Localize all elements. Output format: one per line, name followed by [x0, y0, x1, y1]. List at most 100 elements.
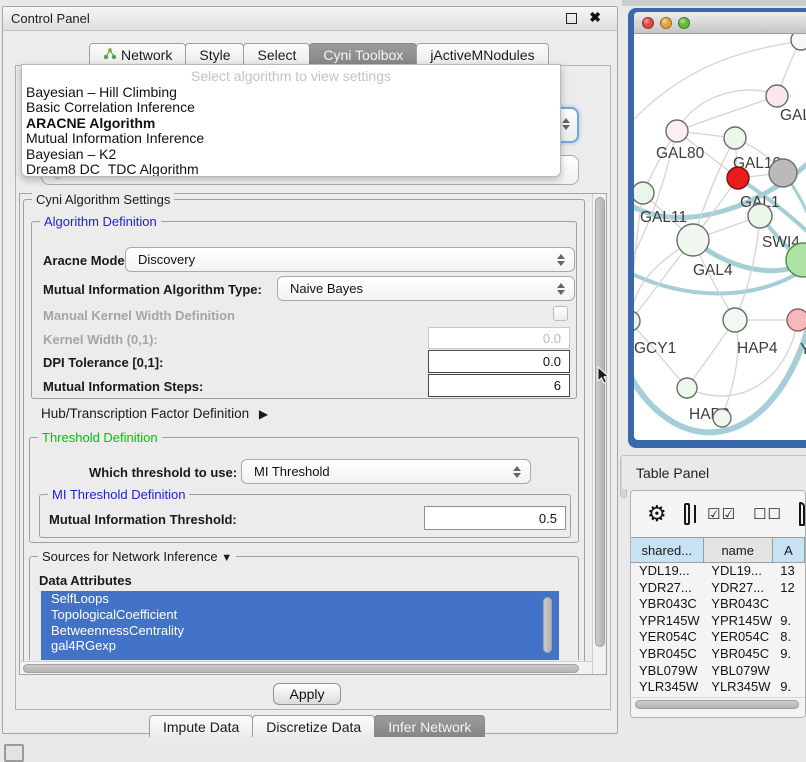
- network-node-gcy1[interactable]: [634, 311, 640, 331]
- table-cell[interactable]: YBR043C: [631, 596, 703, 613]
- table-cell[interactable]: YDR27...: [703, 580, 772, 597]
- table-row[interactable]: YER054CYER054C8.: [631, 629, 805, 646]
- tab-style[interactable]: Style: [185, 43, 244, 65]
- dropdown-item-dream8-dc-tdc-algorithm[interactable]: Dream8 DC_TDC Algorithm: [22, 162, 560, 177]
- which-threshold-combo[interactable]: MI Threshold: [241, 459, 531, 484]
- column-header-shared[interactable]: shared...: [631, 538, 704, 562]
- network-node-gal1[interactable]: [727, 167, 749, 189]
- table-cell[interactable]: YBR045C: [631, 646, 703, 663]
- settings-vertical-scrollbar[interactable]: [592, 194, 605, 674]
- network-node-gal11[interactable]: [634, 182, 654, 204]
- data-attributes-list[interactable]: SelfLoopsTopologicalCoefficientBetweenne…: [41, 591, 559, 660]
- network-node[interactable]: [791, 34, 806, 50]
- dpi-tolerance-field[interactable]: 0.0: [428, 350, 570, 373]
- tab-jactivemnodules[interactable]: jActiveMNodules: [416, 43, 548, 65]
- tab-select[interactable]: Select: [243, 43, 310, 65]
- table-cell[interactable]: YER054C: [703, 629, 772, 646]
- mi-steps-field[interactable]: 6: [428, 374, 570, 397]
- float-window-icon[interactable]: [566, 13, 577, 24]
- dropdown-item-aracne-algorithm[interactable]: ARACNE Algorithm: [22, 116, 560, 131]
- table-horizontal-scrollbar[interactable]: [631, 697, 805, 711]
- mi-type-combo[interactable]: Naive Bayes: [277, 276, 575, 301]
- column-header-a[interactable]: A: [773, 538, 805, 562]
- table-cell[interactable]: YBL079W: [631, 663, 703, 680]
- dropdown-item-bayesian-hill-climbing[interactable]: Bayesian – Hill Climbing: [22, 85, 560, 100]
- mi-threshold-field[interactable]: 0.5: [424, 506, 566, 530]
- attribute-item-topologicalcoefficient[interactable]: TopologicalCoefficient: [41, 607, 559, 623]
- table-row[interactable]: YDR27...YDR27...12: [631, 580, 805, 597]
- table-row[interactable]: YLR345WYLR345W9.: [631, 679, 805, 696]
- unselect-all-columns-icon[interactable]: ☐☐: [753, 505, 782, 523]
- table-row[interactable]: YBR043CYBR043C: [631, 596, 805, 613]
- export-table-icon[interactable]: [799, 502, 805, 526]
- dropdown-item-basic-correlation-inference[interactable]: Basic Correlation Inference: [22, 100, 560, 115]
- network-node-gal[interactable]: [766, 85, 788, 107]
- table-cell[interactable]: YPR145W: [703, 613, 772, 630]
- column-header-name[interactable]: name: [704, 538, 773, 562]
- minimize-traffic-light[interactable]: [660, 17, 672, 29]
- network-edge[interactable]: [677, 90, 777, 131]
- table-cell[interactable]: 9.: [772, 646, 805, 663]
- close-icon[interactable]: ✖: [589, 9, 601, 26]
- apply-button[interactable]: Apply: [273, 683, 341, 705]
- tab-cyni-toolbox[interactable]: Cyni Toolbox: [309, 43, 417, 65]
- zoom-traffic-light[interactable]: [678, 17, 690, 29]
- table-cell[interactable]: YDR27...: [631, 580, 703, 597]
- table-cell[interactable]: YBR045C: [703, 646, 772, 663]
- table-cell[interactable]: YPR145W: [631, 613, 703, 630]
- kernel-width-field[interactable]: 0.0: [428, 327, 570, 349]
- gear-icon[interactable]: ⚙: [647, 501, 667, 527]
- table-cell[interactable]: YER054C: [631, 629, 703, 646]
- attributes-scrollbar[interactable]: [543, 597, 552, 653]
- minimized-panel-icon[interactable]: [4, 744, 24, 762]
- network-node-hap4[interactable]: [723, 308, 747, 332]
- network-node-gal10[interactable]: [724, 127, 746, 149]
- attribute-item-betweennesscentrality[interactable]: BetweennessCentrality: [41, 623, 559, 639]
- network-node-hap2[interactable]: [677, 378, 697, 398]
- table-cell[interactable]: 8.: [772, 629, 805, 646]
- settings-horizontal-scrollbar[interactable]: [20, 661, 592, 674]
- table-cell[interactable]: YDL19...: [703, 563, 772, 580]
- table-cell[interactable]: 9.: [772, 613, 805, 630]
- network-node-gal4[interactable]: [677, 224, 709, 256]
- tab-discretize-data[interactable]: Discretize Data: [252, 715, 375, 737]
- network-node[interactable]: [713, 409, 731, 427]
- network-node[interactable]: [769, 159, 797, 187]
- network-node-y[interactable]: [787, 309, 806, 331]
- tab-infer-network[interactable]: Infer Network: [374, 715, 485, 737]
- attribute-item-selfloops[interactable]: SelfLoops: [41, 591, 559, 607]
- dropdown-item-bayesian-k2[interactable]: Bayesian – K2: [22, 147, 560, 162]
- table-cell[interactable]: YBL079W: [703, 663, 772, 680]
- hub-definition-toggle[interactable]: Hub/Transcription Factor Definition ▶: [41, 406, 268, 421]
- table-cell[interactable]: 12: [772, 580, 805, 597]
- aracne-mode-combo[interactable]: Discovery: [125, 247, 575, 272]
- network-window-titlebar[interactable]: [634, 12, 806, 34]
- settings-vscroll-thumb[interactable]: [595, 197, 605, 647]
- manual-kernel-checkbox[interactable]: [553, 306, 568, 321]
- network-node-gal80[interactable]: [666, 120, 688, 142]
- tab-impute-data[interactable]: Impute Data: [149, 715, 253, 737]
- network-node-swi4[interactable]: [748, 204, 772, 228]
- table-hscroll-thumb[interactable]: [635, 700, 799, 709]
- settings-hscroll-thumb[interactable]: [23, 664, 579, 673]
- table-row[interactable]: YPR145WYPR145W9.: [631, 613, 805, 630]
- table-cell[interactable]: [772, 663, 805, 680]
- select-all-columns-icon[interactable]: ☑☑: [707, 505, 736, 523]
- columns-icon[interactable]: [684, 503, 690, 525]
- table-cell[interactable]: 9.: [772, 679, 805, 696]
- sources-title[interactable]: Sources for Network Inference ▼: [38, 549, 236, 564]
- dropdown-item-mutual-information-inference[interactable]: Mutual Information Inference: [22, 131, 560, 146]
- table-cell[interactable]: YBR043C: [703, 596, 772, 613]
- table-row[interactable]: YDL19...YDL19...13: [631, 563, 805, 580]
- table-cell[interactable]: [772, 596, 805, 613]
- table-cell[interactable]: 13: [772, 563, 805, 580]
- network-canvas[interactable]: GALGAL80GAL10GAL1GAL11SWI4GAL4GCY1HAP4YH…: [634, 34, 806, 440]
- network-edge[interactable]: [677, 96, 777, 131]
- table-cell[interactable]: YLR345W: [703, 679, 772, 696]
- tab-network[interactable]: Network: [89, 43, 186, 65]
- attribute-item-gal4rgexp[interactable]: gal4RGexp: [41, 638, 559, 654]
- table-cell[interactable]: YLR345W: [631, 679, 703, 696]
- table-row[interactable]: YBR045CYBR045C9.: [631, 646, 805, 663]
- close-traffic-light[interactable]: [642, 17, 654, 29]
- table-row[interactable]: YBL079WYBL079W: [631, 663, 805, 680]
